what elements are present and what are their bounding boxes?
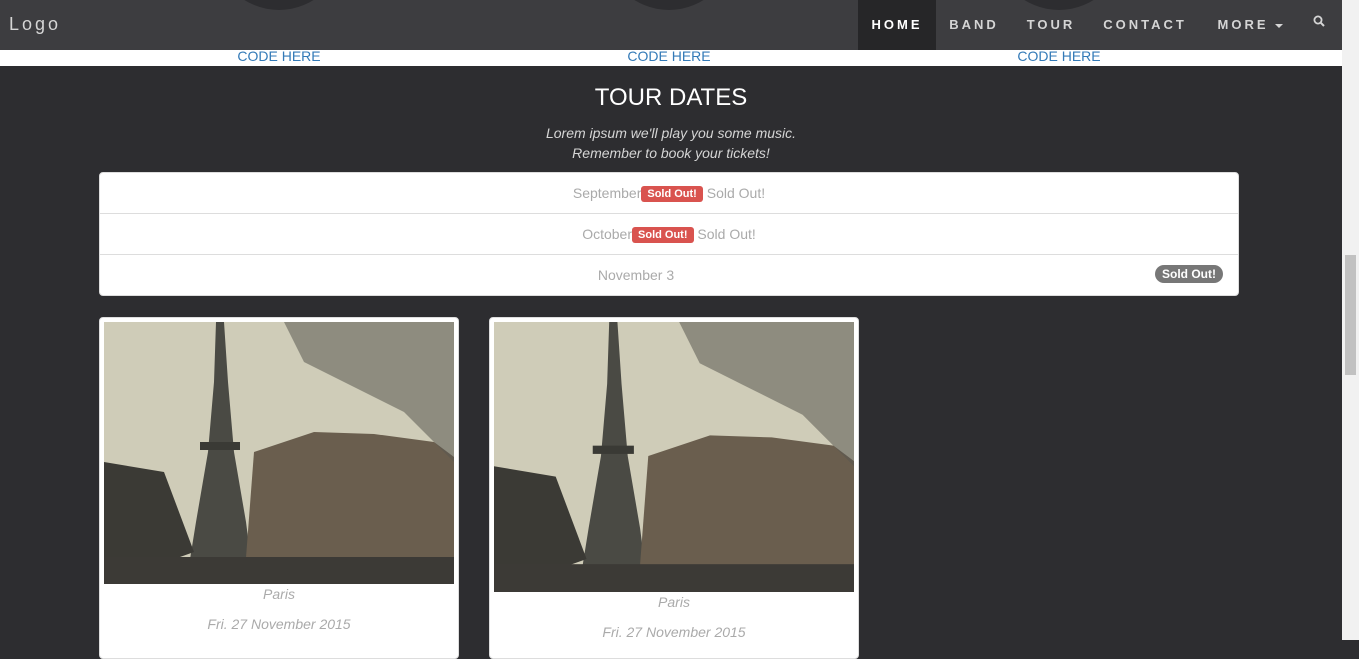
tour-card[interactable]: Paris Fri. 27 November 2015 [99, 317, 459, 659]
logo[interactable]: Logo [9, 14, 61, 35]
paris-photo-icon [494, 322, 854, 592]
tour-date-text: November 3 [100, 267, 1172, 283]
nav-tour[interactable]: TOUR [1012, 0, 1090, 50]
tour-date-month: September [572, 185, 642, 201]
card-city: Paris [263, 586, 295, 602]
sold-out-badge: Sold Out! [1155, 265, 1223, 283]
search-icon[interactable] [1313, 15, 1325, 27]
nav-band-label: BAND [949, 17, 999, 32]
sold-out-label: Sold Out! [632, 227, 694, 243]
nav-home[interactable]: HOME [858, 0, 936, 50]
page-scrollbar[interactable] [1342, 0, 1359, 640]
nav-more-dropdown[interactable]: MORE [1200, 0, 1300, 50]
tour-subtitle-line2: Remember to book your tickets! [572, 145, 770, 161]
code-link[interactable]: CODE HERE [179, 48, 379, 64]
tour-date-month: October [582, 226, 633, 242]
paris-eiffel-tower-photo [494, 322, 854, 592]
card-date: Fri. 27 November 2015 [602, 624, 746, 640]
tour-subtitle-line1: Lorem ipsum we'll play you some music. [545, 125, 797, 141]
code-link[interactable]: CODE HERE [959, 48, 1159, 64]
paris-eiffel-tower-photo [104, 322, 454, 584]
code-link[interactable]: CODE HERE [569, 48, 769, 64]
tour-title: TOUR DATES [594, 84, 748, 111]
tour-date-text: October Sold Out! Sold Out! [100, 226, 1238, 243]
sold-out-text: Sold Out! [706, 185, 766, 201]
tour-card[interactable]: Paris Fri. 27 November 2015 [489, 317, 859, 659]
nav-tour-label: TOUR [1026, 17, 1076, 32]
card-date: Fri. 27 November 2015 [207, 616, 351, 632]
tour-date-item: November 3 Sold Out! [100, 255, 1238, 295]
scrollbar-thumb[interactable] [1345, 255, 1356, 375]
tour-date-item: October Sold Out! Sold Out! [100, 214, 1238, 255]
card-city: Paris [658, 594, 690, 610]
nav-band[interactable]: BAND [937, 0, 1011, 50]
nav-more-label: MORE [1217, 17, 1269, 32]
paris-photo-icon [104, 322, 454, 584]
caret-down-icon [1274, 23, 1283, 28]
tour-date-month: November 3 [597, 267, 675, 283]
tour-dates-list: September Sold Out! Sold Out! October Sold… [99, 172, 1239, 296]
tour-date-text: September Sold Out! Sold Out! [100, 185, 1238, 202]
nav-contact-label: CONTACT [1103, 17, 1187, 32]
sold-out-text: Sold Out! [697, 226, 756, 242]
tour-date-item: September Sold Out! Sold Out! [100, 173, 1238, 214]
navbar: Logo HOME BAND TOUR CONTACT MORE [0, 0, 1342, 50]
nav-home-label: HOME [871, 17, 923, 32]
sold-out-label: Sold Out! [641, 186, 703, 202]
nav-contact[interactable]: CONTACT [1091, 0, 1199, 50]
